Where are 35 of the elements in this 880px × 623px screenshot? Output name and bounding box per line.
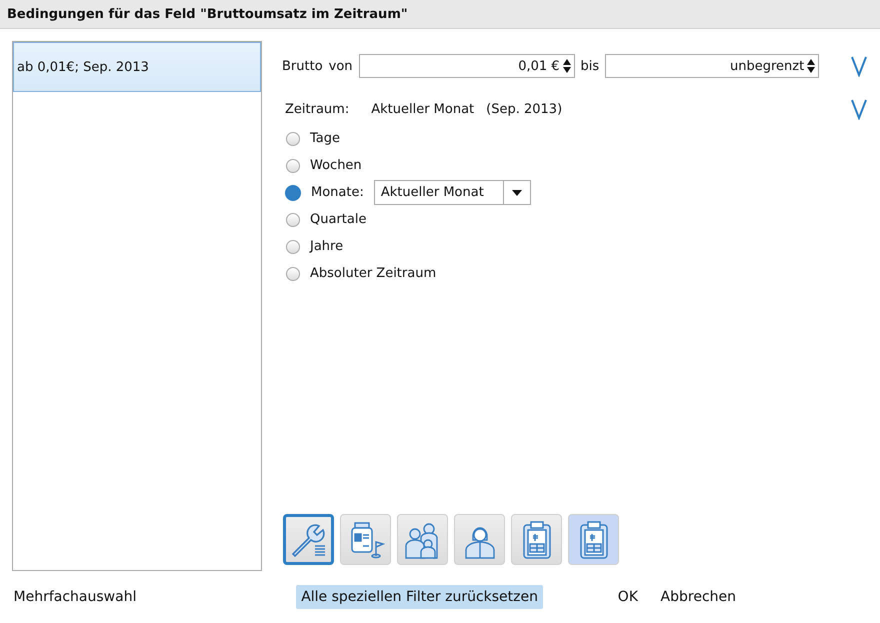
radio-button[interactable] xyxy=(286,266,300,280)
dialog-button[interactable]: OK xyxy=(612,585,643,609)
radio-button[interactable] xyxy=(286,240,300,254)
radio-button[interactable] xyxy=(285,184,301,200)
option-label: Jahre xyxy=(310,239,344,254)
option-label: Monate: xyxy=(311,185,364,200)
filter-tool-button[interactable] xyxy=(283,514,334,565)
to-value: unbegrenzt xyxy=(730,58,804,74)
radio-button[interactable] xyxy=(286,158,300,172)
brutto-label: Brutto xyxy=(282,58,323,74)
from-field[interactable]: 0,01 € xyxy=(358,54,575,78)
period-value: Aktueller Monat xyxy=(371,102,474,116)
option-label: Absoluter Zeitraum xyxy=(310,266,436,281)
option-label: Quartale xyxy=(310,212,366,227)
option-label: Wochen xyxy=(310,158,362,173)
from-label: von xyxy=(328,58,353,74)
radio-button[interactable] xyxy=(286,212,300,226)
chevron-down-icon[interactable] xyxy=(850,55,868,77)
to-label: bis xyxy=(580,58,600,74)
dialog-button[interactable]: Abbrechen xyxy=(656,585,741,609)
spinner-icon[interactable] xyxy=(806,57,816,75)
window-title: Bedingungen für das Feld "Bruttoumsatz im Zeitraum" xyxy=(0,0,880,29)
period-dropdown[interactable]: Aktueller Monat xyxy=(374,180,531,205)
from-value: 0,01 € xyxy=(518,58,560,74)
spinner-icon[interactable] xyxy=(562,57,572,75)
condition-item[interactable]: ab 0,01€; Sep. 2013 xyxy=(13,42,261,92)
to-field[interactable]: unbegrenzt xyxy=(605,54,820,78)
caret-icon xyxy=(512,190,522,196)
period-note: (Sep. 2013) xyxy=(486,102,562,116)
chevron-down-icon[interactable] xyxy=(850,98,868,120)
dialog-button[interactable]: Mehrfachauswahl xyxy=(8,585,142,609)
dialog-button[interactable]: Alle speziellen Filter zurücksetzen xyxy=(296,585,543,609)
option-label: Tage xyxy=(310,131,340,146)
radio-button[interactable] xyxy=(286,132,300,146)
period-label: Zeitraum: xyxy=(285,102,350,116)
